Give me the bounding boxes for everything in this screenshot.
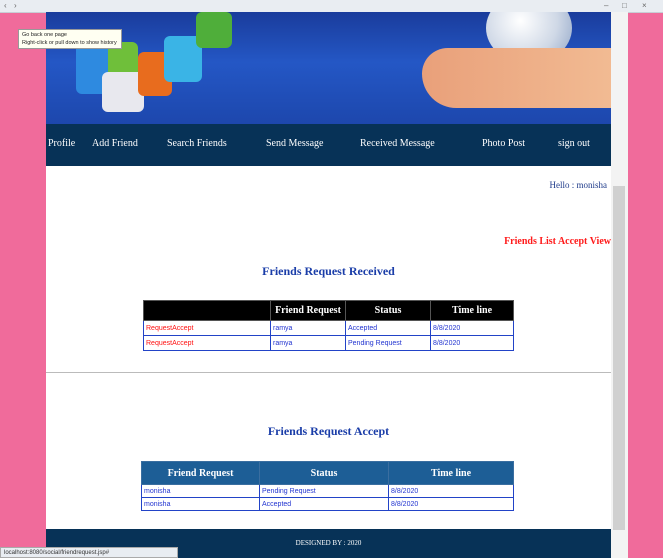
hand-graphic [422, 48, 611, 108]
status-cell: Accepted [259, 497, 389, 511]
table-header [143, 300, 271, 321]
nav-search-friends[interactable]: Search Friends [167, 138, 227, 149]
received-requests-table: Friend Request Status Time line RequestA… [143, 300, 514, 351]
request-accept-link[interactable]: RequestAccept [143, 335, 271, 351]
nav-add-friend[interactable]: Add Friend [92, 138, 138, 149]
main-navbar: Profile Add Friend Search Friends Send M… [46, 124, 611, 166]
status-cell: Pending Request [259, 484, 389, 498]
table-row: RequestAccept ramya Pending Request 8/8/… [143, 335, 514, 351]
friend-cell: monisha [141, 497, 260, 511]
back-button-tooltip: Go back one page Right-click or pull dow… [18, 29, 122, 49]
social-tile-icon [196, 12, 232, 48]
nav-profile[interactable]: Profile [48, 138, 75, 149]
friend-cell: monisha [141, 484, 260, 498]
header-banner [46, 12, 611, 124]
friends-list-accept-view-link[interactable]: Friends List Accept View [504, 236, 611, 247]
nav-photo-post[interactable]: Photo Post [482, 138, 525, 149]
forward-arrow-icon[interactable]: › [14, 1, 17, 10]
request-accept-link[interactable]: RequestAccept [143, 320, 271, 336]
table-row: monisha Pending Request 8/8/2020 [141, 484, 514, 498]
time-cell: 8/8/2020 [430, 320, 514, 336]
accepted-requests-table: Friend Request Status Time line monisha … [141, 461, 514, 511]
nav-sign-out[interactable]: sign out [558, 138, 590, 149]
maximize-button[interactable]: □ [622, 1, 627, 10]
minimize-button[interactable]: – [604, 1, 608, 10]
time-cell: 8/8/2020 [388, 484, 514, 498]
greeting-text: Hello : monisha [549, 180, 608, 190]
friend-cell: ramya [270, 335, 346, 351]
table-row: RequestAccept ramya Accepted 8/8/2020 [143, 320, 514, 336]
close-button[interactable]: × [642, 1, 647, 10]
time-cell: 8/8/2020 [430, 335, 514, 351]
friend-cell: ramya [270, 320, 346, 336]
status-cell: Pending Request [345, 335, 431, 351]
table-header: Time line [388, 461, 514, 485]
section-divider [46, 372, 611, 373]
table-header: Time line [430, 300, 514, 321]
status-cell: Accepted [345, 320, 431, 336]
nav-send-message[interactable]: Send Message [266, 138, 324, 149]
tooltip-line-2: Right-click or pull down to show history [22, 40, 117, 46]
table-header: Status [345, 300, 431, 321]
table-header: Friend Request [141, 461, 260, 485]
received-section-title: Friends Request Received [262, 264, 395, 278]
nav-received-message[interactable]: Received Message [360, 138, 435, 149]
table-header: Friend Request [270, 300, 346, 321]
table-row: monisha Accepted 8/8/2020 [141, 497, 514, 511]
time-cell: 8/8/2020 [388, 497, 514, 511]
accept-section-title: Friends Request Accept [267, 424, 390, 438]
browser-status-bar: localhost:8080/social/friendrequest.jsp# [0, 547, 178, 558]
scrollbar-thumb[interactable] [613, 186, 625, 530]
web-page: Profile Add Friend Search Friends Send M… [46, 12, 611, 558]
table-header: Status [259, 461, 389, 485]
tooltip-line-1: Go back one page [22, 32, 67, 38]
back-arrow-icon[interactable]: ‹ [4, 1, 7, 10]
